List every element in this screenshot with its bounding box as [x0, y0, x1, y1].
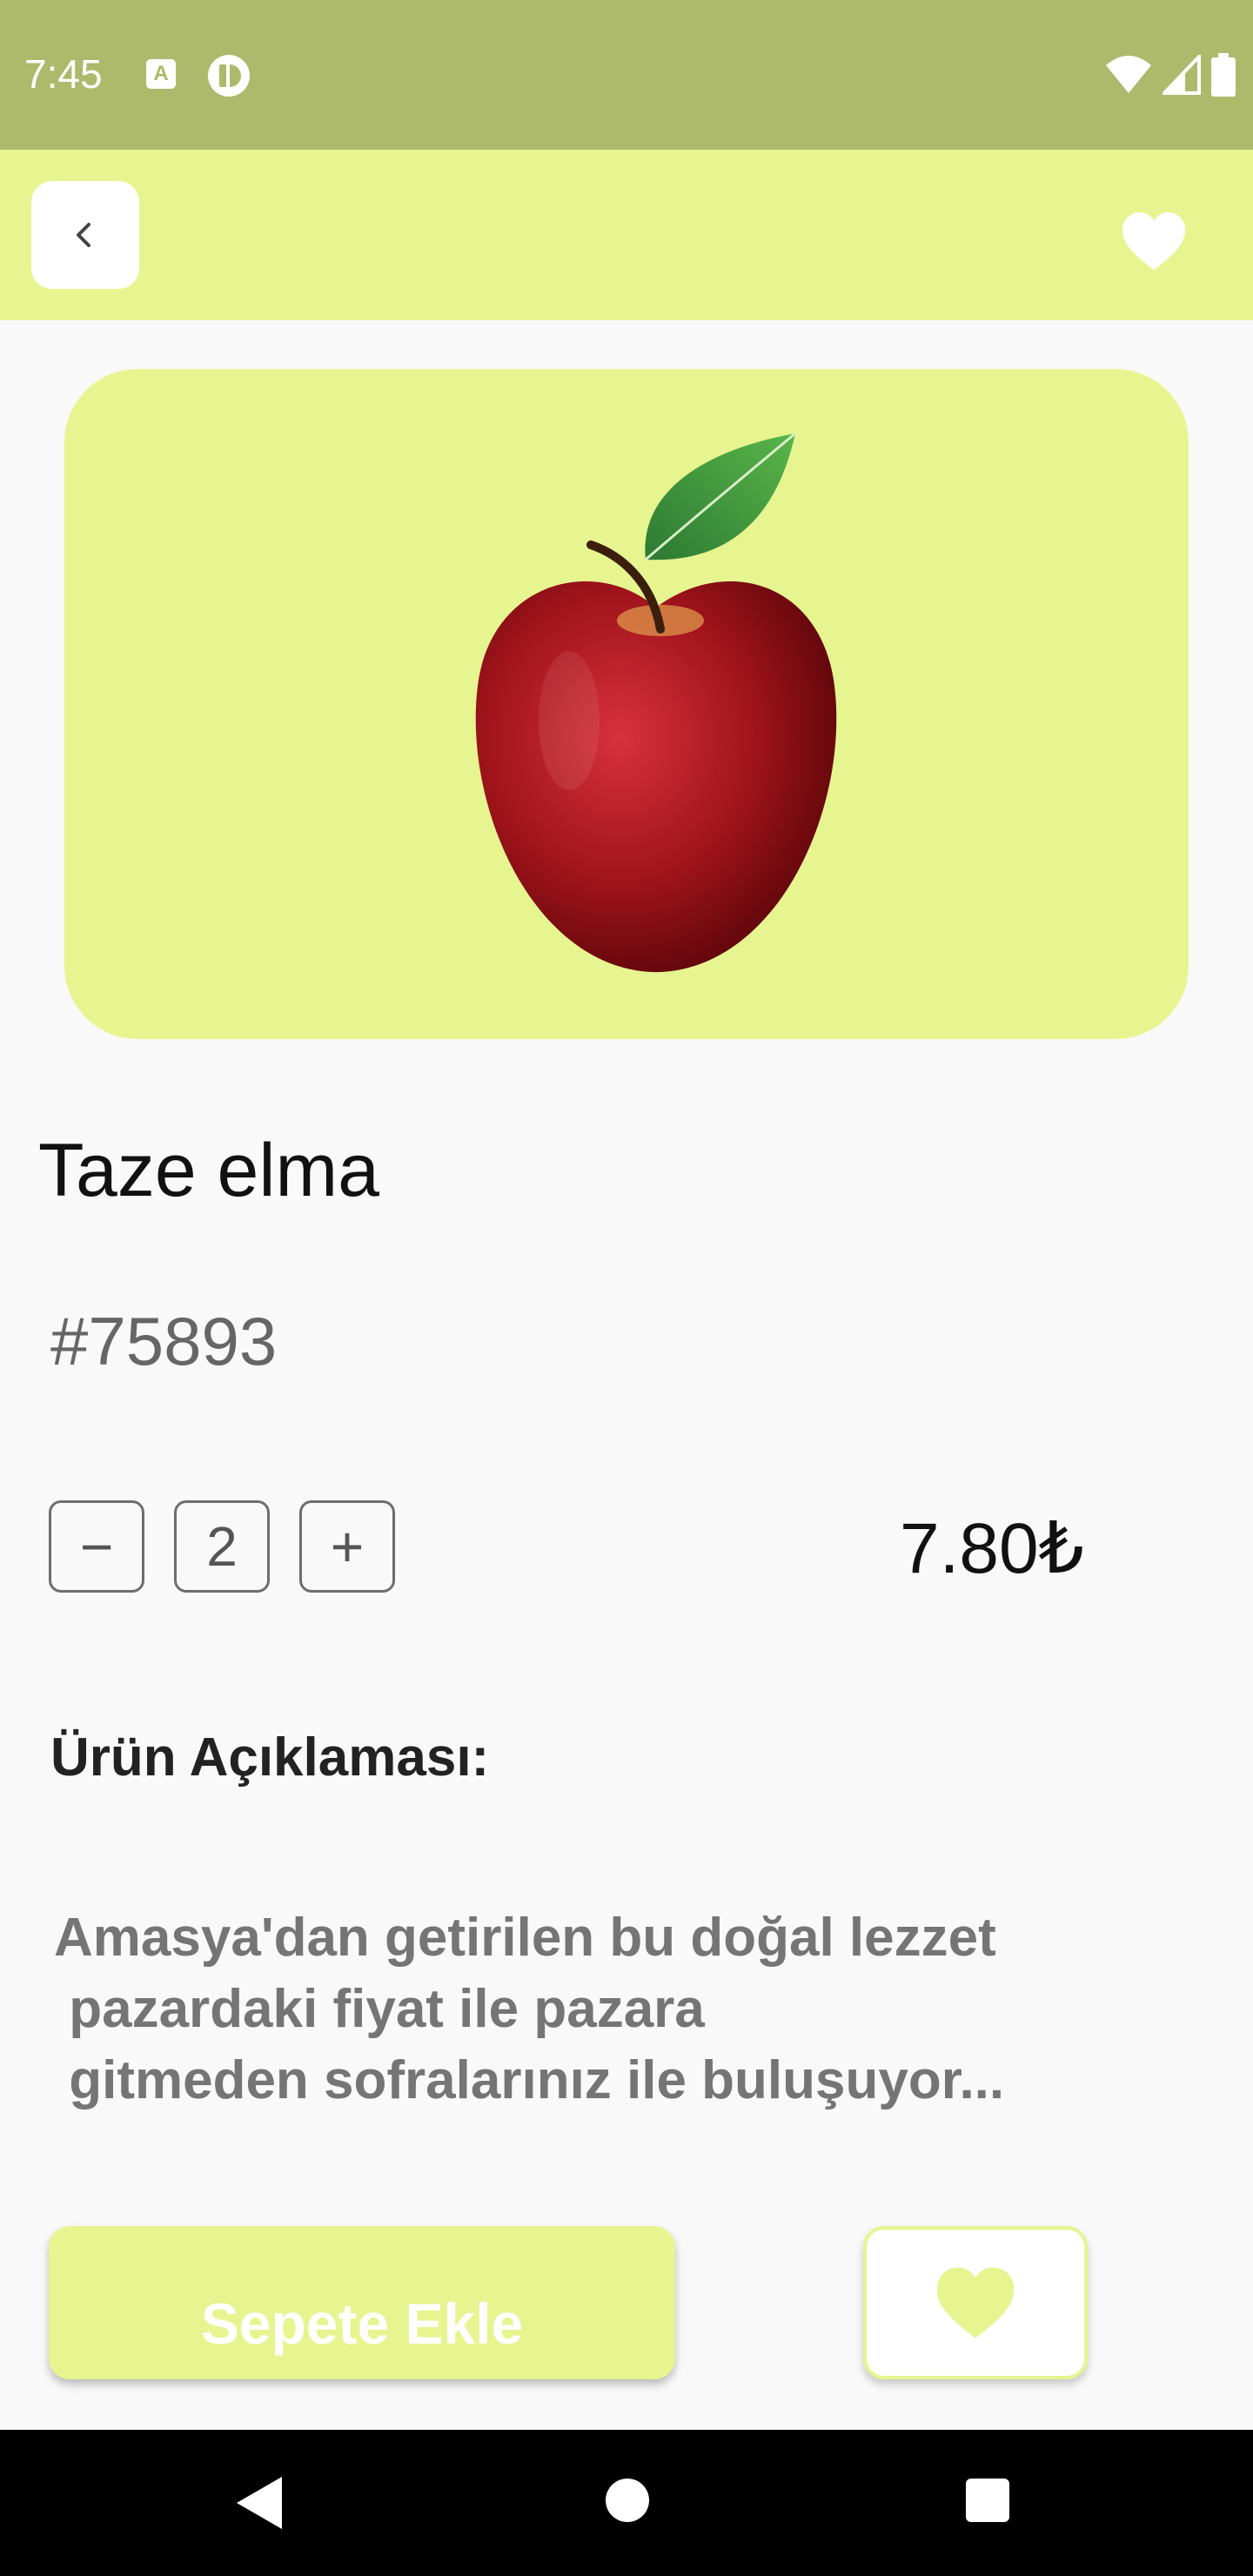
- add-to-cart-button[interactable]: Sepete Ekle: [49, 2226, 675, 2379]
- back-button[interactable]: [31, 181, 139, 289]
- status-time: 7:45: [24, 51, 103, 97]
- minus-icon: −: [79, 1514, 114, 1579]
- add-to-cart-label: Sepete Ekle: [200, 2291, 524, 2356]
- app-header: [0, 150, 1253, 320]
- quantity-decrease-button[interactable]: −: [49, 1500, 144, 1593]
- nav-home-icon[interactable]: [606, 2479, 649, 2522]
- app-notification-icon: [208, 55, 250, 97]
- product-title: Taze elma: [38, 1129, 379, 1212]
- plus-icon: +: [330, 1514, 365, 1579]
- favorite-button[interactable]: [863, 2226, 1088, 2379]
- font-notification-icon: A: [146, 59, 176, 89]
- status-bar: 7:45 A: [0, 0, 1253, 150]
- product-code: #75893: [50, 1303, 278, 1379]
- quantity-value: 2: [174, 1500, 270, 1593]
- signal-icon: [1163, 55, 1201, 95]
- description-body: Amasya'dan getirilen bu doğal lezzet paz…: [54, 1908, 1005, 2110]
- heart-icon: [936, 2267, 1015, 2338]
- chevron-left-icon: [77, 223, 90, 247]
- description-heading: Ürün Açıklaması:: [50, 1727, 490, 1788]
- quantity-increase-button[interactable]: +: [299, 1500, 395, 1593]
- heart-icon[interactable]: [1121, 211, 1187, 272]
- battery-icon: [1211, 53, 1236, 97]
- nav-recents-icon[interactable]: [966, 2479, 1009, 2522]
- apple-image: [475, 432, 837, 972]
- nav-back-icon[interactable]: [237, 2477, 282, 2529]
- status-icons: [1105, 52, 1236, 97]
- product-price: 7.80₺: [900, 1509, 1084, 1588]
- product-image-card: [64, 369, 1189, 1039]
- system-nav-bar: [0, 2430, 1253, 2576]
- wifi-icon: [1106, 56, 1151, 93]
